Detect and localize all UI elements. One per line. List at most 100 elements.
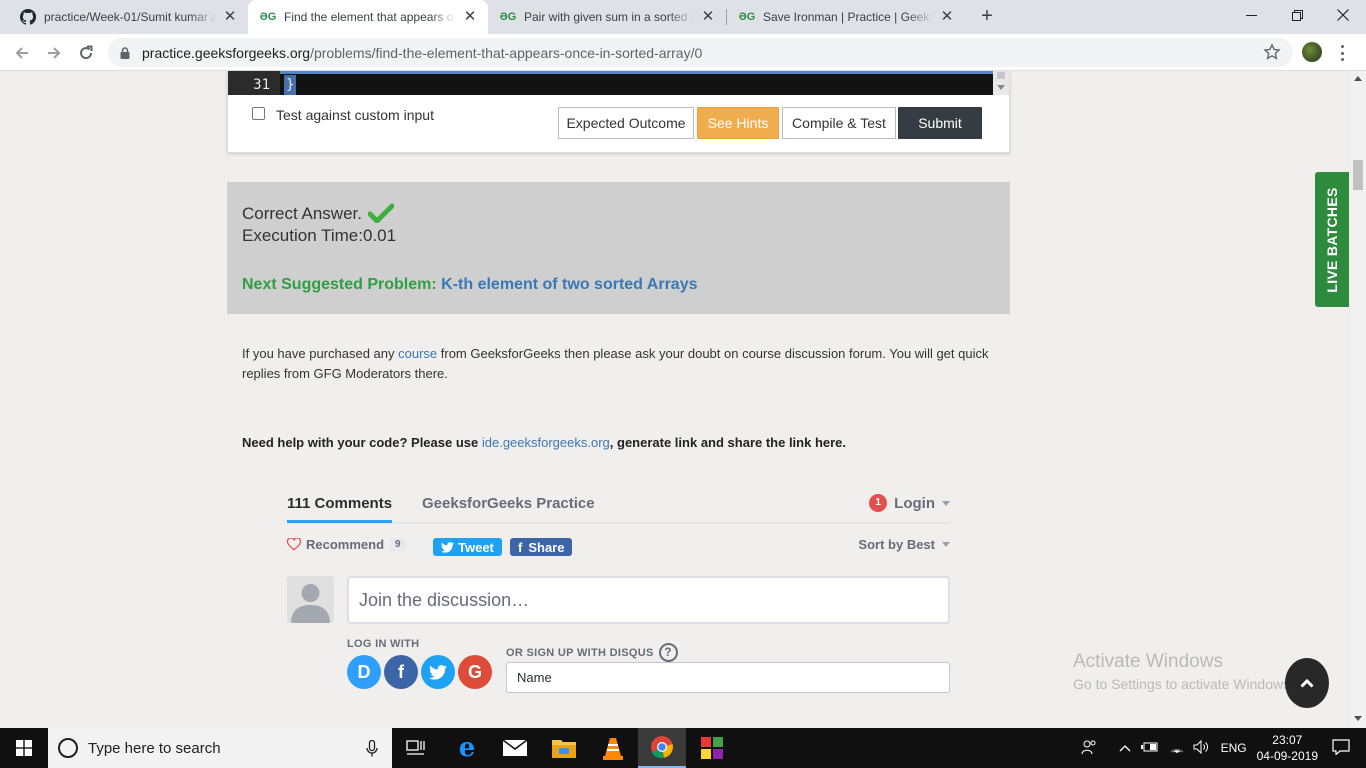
twitter-login-icon[interactable] [421,655,455,689]
vlc-icon[interactable] [589,728,637,768]
tab-github[interactable]: practice/Week-01/Sumit kumar at ✕ [8,0,248,34]
restore-button[interactable] [1274,0,1320,30]
close-icon[interactable]: ✕ [700,9,716,25]
battery-icon[interactable] [1140,741,1159,756]
editor-scrollbar[interactable] [993,71,1009,95]
help-icon[interactable]: ? [658,643,678,662]
lock-icon [120,46,130,59]
forward-arrow-icon [48,47,61,59]
next-prefix: Next Suggested Problem: [242,276,442,293]
task-view-icon[interactable] [392,728,440,768]
heart-icon [287,538,301,551]
gfg-icon: ƏG [738,11,756,23]
disqus-nav: 111 Comments GeeksforGeeks Practice 1 Lo… [287,483,950,524]
microphone-icon[interactable] [366,739,378,761]
live-batches-label: LIVE BATCHES [1324,186,1340,293]
tab-pair-sum[interactable]: ƏG Pair with given sum in a sorted arr ✕ [488,0,726,34]
page-scrollbar[interactable] [1350,71,1366,728]
scroll-thumb[interactable] [1353,160,1363,190]
reload-icon [80,45,93,60]
disqus-login-icon[interactable]: D [347,655,381,689]
share-label: Share [528,539,565,555]
minimize-button[interactable] [1228,0,1274,30]
scroll-down-icon[interactable] [1354,716,1362,721]
custom-input-checkbox[interactable] [252,106,265,120]
disqus-comments: 111 Comments GeeksforGeeks Practice 1 Lo… [287,483,950,728]
tab-comments[interactable]: 111 Comments [287,495,392,512]
app-grid-icon[interactable] [688,728,736,768]
log-in-with-label: LOG IN WITH [347,638,420,650]
clock[interactable]: 23:07 04-09-2019 [1257,732,1318,764]
sort-menu[interactable]: Sort by Best [858,537,950,552]
scroll-to-top-button[interactable] [1285,658,1329,708]
recommend-count: 9 [390,538,406,551]
twitter-icon [441,541,454,553]
mail-icon[interactable] [491,728,539,768]
close-icon[interactable]: ✕ [939,9,955,25]
wifi-icon[interactable] [1169,740,1185,757]
submit-button[interactable]: Submit [898,107,982,139]
tab-title: Save Ironman | Practice | GeeksforG [763,10,933,24]
scroll-up-icon[interactable] [1354,76,1362,81]
bookmark-star-icon[interactable] [1263,43,1281,61]
facebook-share-button[interactable]: f Share [510,538,573,556]
chrome-icon[interactable] [638,728,686,768]
person-icon [287,576,334,623]
tab-find-element[interactable]: ƏG Find the element that appears on ✕ [248,0,488,34]
forward-button[interactable] [41,40,67,66]
edge-icon[interactable]: e [443,728,491,768]
taskbar-search[interactable]: Type here to search [48,728,392,768]
course-link[interactable]: course [398,346,437,361]
file-explorer-icon[interactable] [540,728,588,768]
expected-outcome-button[interactable]: Expected Outcome [558,107,694,139]
see-hints-button[interactable]: See Hints [697,107,779,139]
next-problem-link[interactable]: K-th element of two sorted Arrays [441,276,697,293]
back-button[interactable] [9,40,35,66]
volume-icon[interactable] [1193,739,1209,757]
chevron-up-icon[interactable] [1119,741,1131,755]
language-indicator[interactable]: ENG [1221,741,1247,755]
new-tab-button[interactable]: + [976,5,998,27]
scroll-thumb[interactable] [997,72,1005,79]
line-number: 31 [228,71,280,95]
live-batches-button[interactable]: LIVE BATCHES [1315,172,1349,307]
clock-date: 04-09-2019 [1256,749,1318,763]
search-placeholder: Type here to search [88,739,221,757]
start-button[interactable] [0,728,48,768]
result-status-text: Correct Answer. [242,203,362,223]
help-text-end: , generate link and share the link here. [609,435,847,450]
facebook-login-icon[interactable]: f [384,655,418,689]
sign-up-label: OR SIGN UP WITH DISQUS [506,646,654,659]
url-host: practice.geeksforgeeks.org [142,44,311,61]
comment-input[interactable]: Join the discussion… [347,576,950,624]
reload-button[interactable] [73,40,99,66]
profile-avatar[interactable] [1302,42,1322,62]
notification-center-icon[interactable] [1332,738,1350,758]
back-arrow-icon [15,47,28,59]
code-editor[interactable]: 31 } [228,71,1009,95]
login-menu[interactable]: 1 Login [869,494,950,512]
google-login-icon[interactable]: G [458,655,492,689]
activate-title: Activate Windows [1073,651,1223,672]
custom-input-toggle[interactable]: Test against custom input [252,106,434,123]
recommend-button[interactable]: Recommend 9 [287,537,406,552]
scroll-down-icon[interactable] [997,85,1005,90]
tweet-button[interactable]: Tweet [433,538,502,556]
close-icon[interactable]: ✕ [462,9,478,25]
chrome-menu-icon[interactable] [1336,43,1348,63]
ide-link[interactable]: ide.geeksforgeeks.org [482,435,610,450]
chevron-down-icon [942,542,950,547]
disqus-actions: Recommend 9 Tweet f Share Sort by Best [287,537,950,557]
name-input[interactable]: Name [506,662,950,693]
restore-icon [1291,9,1303,21]
people-icon[interactable] [1081,739,1097,758]
tab-save-ironman[interactable]: ƏG Save Ironman | Practice | GeeksforG ✕ [727,0,965,34]
gfg-icon: ƏG [499,11,517,23]
tab-forum[interactable]: GeeksforGeeks Practice [422,495,595,512]
activate-subtitle: Go to Settings to activate Windows. [1073,676,1294,692]
address-bar[interactable]: practice.geeksforgeeks.org/problems/find… [108,38,1293,67]
compile-test-button[interactable]: Compile & Test [782,107,896,139]
gfg-icon: ƏG [259,11,277,23]
close-icon[interactable]: ✕ [222,9,238,25]
close-window-button[interactable] [1320,0,1366,30]
